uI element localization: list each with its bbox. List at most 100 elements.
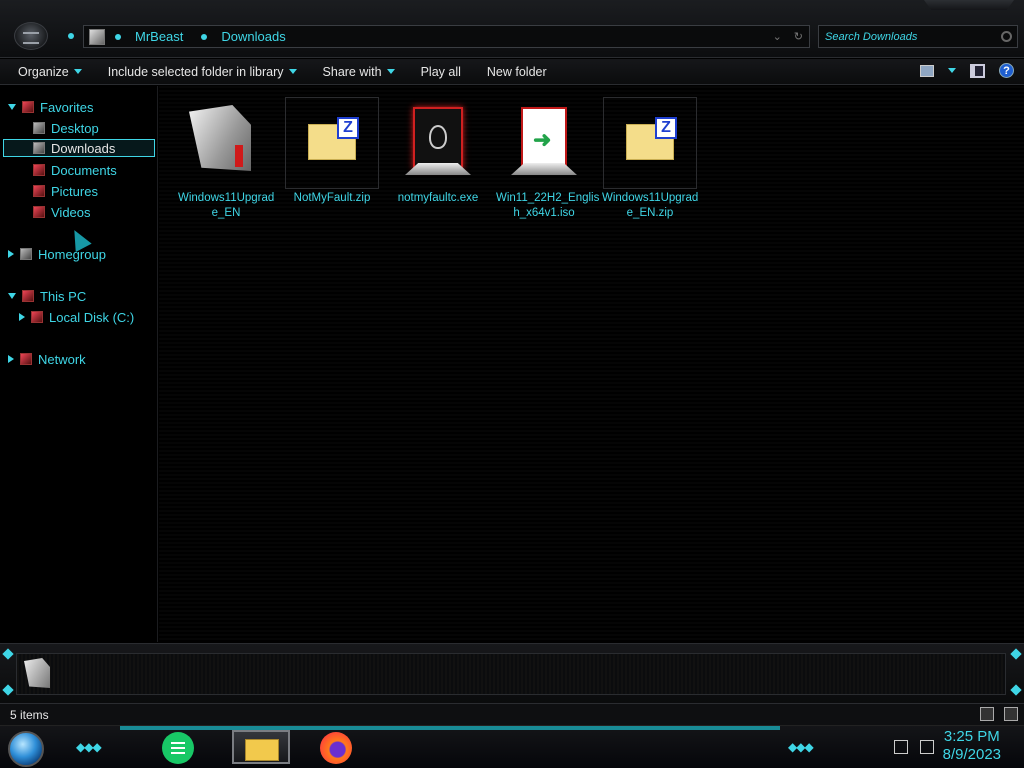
play-all-label: Play all (420, 64, 461, 79)
breadcrumb-downloads[interactable]: Downloads (221, 29, 285, 44)
breadcrumb-separator[interactable] (115, 33, 121, 40)
help-icon[interactable]: ? (999, 63, 1014, 78)
file-explorer-app-icon[interactable] (232, 730, 290, 764)
homegroup-icon (20, 248, 32, 260)
file-item[interactable]: ➜ Win11_22H2_Englis h_x64v1.iso (496, 97, 599, 221)
nav-favorites[interactable]: Favorites (8, 98, 93, 116)
navigation-pane: Favorites Desktop Downloads Documents Pi… (0, 86, 158, 642)
nav-local-disk[interactable]: Local Disk (C:) (19, 308, 134, 326)
change-view-icon[interactable] (920, 64, 934, 77)
refresh-icon[interactable]: ↻ (794, 30, 803, 43)
folder-user-icon (89, 28, 105, 45)
back-forward-button[interactable] (14, 22, 48, 50)
details-view-icon[interactable] (980, 707, 994, 721)
documents-icon (33, 164, 45, 176)
nav-desktop[interactable]: Desktop (33, 119, 99, 137)
title-bar: MrBeast Downloads ⌄ ↻ Search Downloads (0, 0, 1024, 58)
chevron-down-icon (288, 69, 297, 74)
iso-icon: ➜ (497, 97, 591, 189)
zip-icon: Z (603, 97, 697, 189)
nav-pictures[interactable]: Pictures (33, 182, 98, 200)
include-library-button[interactable]: Include selected folder in library (100, 65, 305, 79)
address-dropdown-icon[interactable]: ⌄ (773, 30, 782, 43)
network-tray-icon[interactable] (894, 740, 908, 754)
videos-icon (33, 206, 45, 218)
expand-arrow-icon[interactable] (8, 293, 16, 299)
nav-documents[interactable]: Documents (33, 161, 117, 179)
nav-label: Pictures (51, 183, 98, 199)
item-count: 5 items (10, 708, 49, 722)
zip-icon: Z (285, 97, 379, 189)
nav-label: This PC (40, 288, 87, 304)
new-folder-button[interactable]: New folder (479, 65, 555, 79)
frame-notch (2, 648, 14, 660)
large-icons-view-icon[interactable] (1004, 707, 1018, 721)
nav-videos[interactable]: Videos (33, 203, 91, 221)
file-item[interactable]: Windows11Upgrad e_EN (178, 97, 274, 221)
status-bar: 5 items (0, 703, 1024, 725)
file-item[interactable]: notmyfaultc.exe (390, 97, 486, 206)
chevron-down-icon (73, 69, 82, 74)
file-name: Windows11Upgrad (602, 192, 699, 204)
recent-pages-dot[interactable] (68, 33, 74, 39)
frame-notch (1010, 648, 1022, 660)
file-name: Windows11Upgrad (178, 192, 275, 204)
nav-homegroup[interactable]: Homegroup (8, 245, 106, 263)
chevron-decoration-icon: ◆◆◆ (788, 740, 814, 754)
expand-arrow-icon[interactable] (8, 250, 14, 258)
organize-button[interactable]: Organize (10, 65, 90, 79)
expand-arrow-icon[interactable] (8, 104, 16, 110)
details-panel (16, 653, 1006, 695)
system-tray (894, 740, 934, 754)
start-button[interactable] (8, 731, 44, 767)
play-all-button[interactable]: Play all (413, 65, 469, 79)
messaging-app-icon[interactable] (162, 732, 194, 764)
favorites-star-icon (22, 101, 34, 113)
nav-downloads[interactable]: Downloads (3, 139, 155, 157)
breadcrumb-mrbeast[interactable]: MrBeast (135, 29, 183, 44)
expand-arrow-icon[interactable] (19, 313, 25, 321)
file-name: e_EN (211, 207, 241, 219)
nav-label: Favorites (40, 99, 94, 115)
taskbar: ◆◆◆ ◆◆◆ 3:25 PM 8/9/2023 (0, 725, 1024, 768)
search-input[interactable]: Search Downloads (818, 25, 1018, 48)
file-name: e_EN.zip (626, 207, 674, 219)
nav-label: Network (38, 351, 86, 367)
chevron-down-icon (386, 69, 395, 74)
volume-icon[interactable] (920, 740, 934, 754)
network-icon (20, 353, 32, 365)
firefox-icon[interactable] (320, 732, 352, 764)
nav-network[interactable]: Network (8, 350, 86, 368)
address-bar[interactable]: MrBeast Downloads ⌄ ↻ (83, 25, 810, 48)
downloads-icon (33, 142, 45, 154)
file-list[interactable]: Windows11Upgrad e_EN Z NotMyFault.zip no… (159, 86, 1024, 642)
nav-label: Documents (51, 162, 117, 178)
search-placeholder: Search Downloads (825, 31, 918, 43)
clock-date: 8/9/2023 (942, 746, 1001, 763)
new-folder-label: New folder (486, 64, 547, 79)
nav-label: Videos (51, 204, 91, 220)
alien-exe-icon (391, 97, 485, 189)
frame-notch (1010, 684, 1022, 696)
taskbar-glow (120, 726, 780, 730)
share-with-button[interactable]: Share with (315, 65, 403, 79)
frame-decoration (924, 0, 1014, 10)
file-item[interactable]: Z NotMyFault.zip (284, 97, 380, 206)
nav-label: Desktop (51, 120, 99, 136)
nav-label: Homegroup (38, 246, 106, 262)
command-bar: Organize Include selected folder in libr… (0, 59, 1024, 85)
breadcrumb-separator[interactable] (201, 33, 208, 40)
organize-label: Organize (18, 64, 69, 79)
desktop-icon (33, 122, 45, 134)
nav-this-pc[interactable]: This PC (8, 287, 86, 305)
file-name: notmyfaultc.exe (397, 192, 479, 204)
preview-pane-icon[interactable] (970, 63, 985, 78)
nav-label: Downloads (51, 140, 116, 156)
clock[interactable]: 3:25 PM 8/9/2023 (943, 728, 1001, 764)
search-icon[interactable] (1001, 31, 1012, 42)
frame-notch (2, 684, 14, 696)
file-item[interactable]: Z Windows11Upgrad e_EN.zip (602, 97, 698, 221)
view-options-chevron-icon[interactable] (948, 68, 956, 73)
file-name: NotMyFault.zip (293, 192, 371, 204)
expand-arrow-icon[interactable] (8, 355, 14, 363)
